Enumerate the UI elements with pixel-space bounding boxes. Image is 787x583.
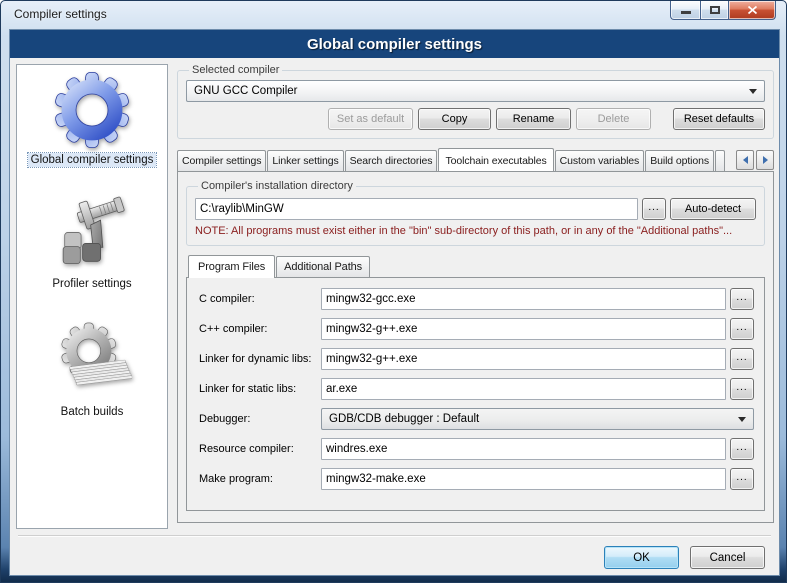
install-dir-legend: Compiler's installation directory xyxy=(198,180,356,192)
sidebar-item-label: Profiler settings xyxy=(49,277,134,291)
debugger-select-value: GDB/CDB debugger : Default xyxy=(329,413,479,425)
static-linker-browse-button[interactable]: ... xyxy=(730,378,754,400)
cancel-button[interactable]: Cancel xyxy=(690,546,765,569)
chevron-down-icon xyxy=(738,417,746,422)
selected-compiler-group: Selected compiler GNU GCC Compiler Set a… xyxy=(177,64,774,139)
tab-linker-settings[interactable]: Linker settings xyxy=(267,150,343,171)
c-compiler-row: C compiler: ... xyxy=(199,288,754,310)
dynamic-linker-input[interactable] xyxy=(321,348,726,370)
debugger-select[interactable]: GDB/CDB debugger : Default xyxy=(321,408,754,430)
tab-scroll-right-button[interactable] xyxy=(756,150,774,170)
subtab-additional-paths[interactable]: Additional Paths xyxy=(276,256,370,277)
field-label: Debugger: xyxy=(199,413,321,425)
chevron-down-icon xyxy=(749,89,757,94)
footer-buttons: OK Cancel xyxy=(604,546,765,569)
field-label: Linker for static libs: xyxy=(199,383,321,395)
copy-button[interactable]: Copy xyxy=(418,108,491,130)
program-files-subtabs: Program Files Additional Paths xyxy=(186,254,765,277)
reset-defaults-button[interactable]: Reset defaults xyxy=(673,108,765,130)
tab-custom-variables[interactable]: Custom variables xyxy=(555,150,645,171)
cpp-compiler-browse-button[interactable]: ... xyxy=(730,318,754,340)
make-program-row: Make program: ... xyxy=(199,468,754,490)
compiler-select[interactable]: GNU GCC Compiler xyxy=(186,80,765,102)
titlebar[interactable]: Compiler settings xyxy=(1,1,786,29)
c-compiler-browse-button[interactable]: ... xyxy=(730,288,754,310)
settings-tabstrip: Compiler settings Linker settings Search… xyxy=(177,147,774,171)
dynamic-linker-browse-button[interactable]: ... xyxy=(730,348,754,370)
cpp-compiler-row: C++ compiler: ... xyxy=(199,318,754,340)
debugger-row: Debugger: GDB/CDB debugger : Default xyxy=(199,408,754,430)
arrow-left-icon xyxy=(743,156,748,164)
tab-partial xyxy=(715,150,725,171)
make-program-input[interactable] xyxy=(321,468,726,490)
field-label: Resource compiler: xyxy=(199,443,321,455)
resource-compiler-input[interactable] xyxy=(321,438,726,460)
field-label: C++ compiler: xyxy=(199,323,321,335)
dynamic-linker-row: Linker for dynamic libs: ... xyxy=(199,348,754,370)
compiler-settings-dialog: Compiler settings Global compiler settin… xyxy=(0,0,787,583)
subtab-program-files[interactable]: Program Files xyxy=(188,255,275,278)
tab-scroll-left-button[interactable] xyxy=(736,150,754,170)
window-controls xyxy=(670,1,776,20)
static-linker-row: Linker for static libs: ... xyxy=(199,378,754,400)
sidebar-item-global-compiler-settings[interactable]: Global compiler settings xyxy=(28,69,157,167)
close-icon xyxy=(747,5,758,15)
ok-button[interactable]: OK xyxy=(604,546,679,569)
field-label: C compiler: xyxy=(199,293,321,305)
resource-compiler-row: Resource compiler: ... xyxy=(199,438,754,460)
gray-gear-papers-icon xyxy=(51,321,133,403)
install-dir-row: ... Auto-detect xyxy=(195,198,756,220)
install-dir-browse-button[interactable]: ... xyxy=(642,198,666,220)
dialog-header-title: Global compiler settings xyxy=(307,36,482,53)
minimize-icon xyxy=(681,11,691,14)
rename-button[interactable]: Rename xyxy=(496,108,571,130)
sidebar-item-label: Global compiler settings xyxy=(28,153,157,167)
main-panel: Selected compiler GNU GCC Compiler Set a… xyxy=(177,64,774,523)
install-dir-group: Compiler's installation directory ... Au… xyxy=(186,180,765,246)
dialog-client-area: Global compiler settings xyxy=(9,29,780,576)
tab-scroll-controls xyxy=(734,150,774,170)
program-files-page: C compiler: ... C++ compiler: ... xyxy=(186,277,765,511)
resource-compiler-browse-button[interactable]: ... xyxy=(730,438,754,460)
sidebar-item-profiler-settings[interactable]: Profiler settings xyxy=(49,193,134,291)
set-as-default-button[interactable]: Set as default xyxy=(328,108,413,130)
compiler-buttons-row: Set as default Copy Rename Delete Reset … xyxy=(186,108,765,130)
field-label: Make program: xyxy=(199,473,321,485)
tab-toolchain-executables[interactable]: Toolchain executables xyxy=(438,148,553,171)
static-linker-input[interactable] xyxy=(321,378,726,400)
cpp-compiler-input[interactable] xyxy=(321,318,726,340)
selected-compiler-legend: Selected compiler xyxy=(189,64,282,76)
tab-build-options[interactable]: Build options xyxy=(645,150,714,171)
dialog-content: Global compiler settings xyxy=(10,58,779,575)
make-program-browse-button[interactable]: ... xyxy=(730,468,754,490)
blue-gear-icon xyxy=(51,69,133,151)
caliper-icon xyxy=(51,193,133,275)
c-compiler-input[interactable] xyxy=(321,288,726,310)
maximize-button[interactable] xyxy=(700,1,729,20)
delete-button[interactable]: Delete xyxy=(576,108,651,130)
maximize-icon xyxy=(710,6,720,14)
arrow-right-icon xyxy=(763,156,768,164)
sidebar-item-batch-builds[interactable]: Batch builds xyxy=(51,321,133,419)
tab-compiler-settings[interactable]: Compiler settings xyxy=(177,150,266,171)
minimize-button[interactable] xyxy=(670,1,700,20)
sidebar-item-label: Batch builds xyxy=(58,405,127,419)
footer-separator xyxy=(18,535,771,537)
auto-detect-button[interactable]: Auto-detect xyxy=(670,198,756,220)
window-title: Compiler settings xyxy=(14,7,107,21)
settings-category-list: Global compiler settings xyxy=(16,64,168,529)
install-dir-input[interactable] xyxy=(195,198,638,220)
field-label: Linker for dynamic libs: xyxy=(199,353,321,365)
install-dir-note: NOTE: All programs must exist either in … xyxy=(195,225,756,237)
tab-search-directories[interactable]: Search directories xyxy=(345,150,438,171)
close-button[interactable] xyxy=(729,1,776,20)
toolchain-executables-page: Compiler's installation directory ... Au… xyxy=(177,171,774,523)
dialog-header: Global compiler settings xyxy=(10,30,779,58)
compiler-select-value: GNU GCC Compiler xyxy=(194,85,298,97)
